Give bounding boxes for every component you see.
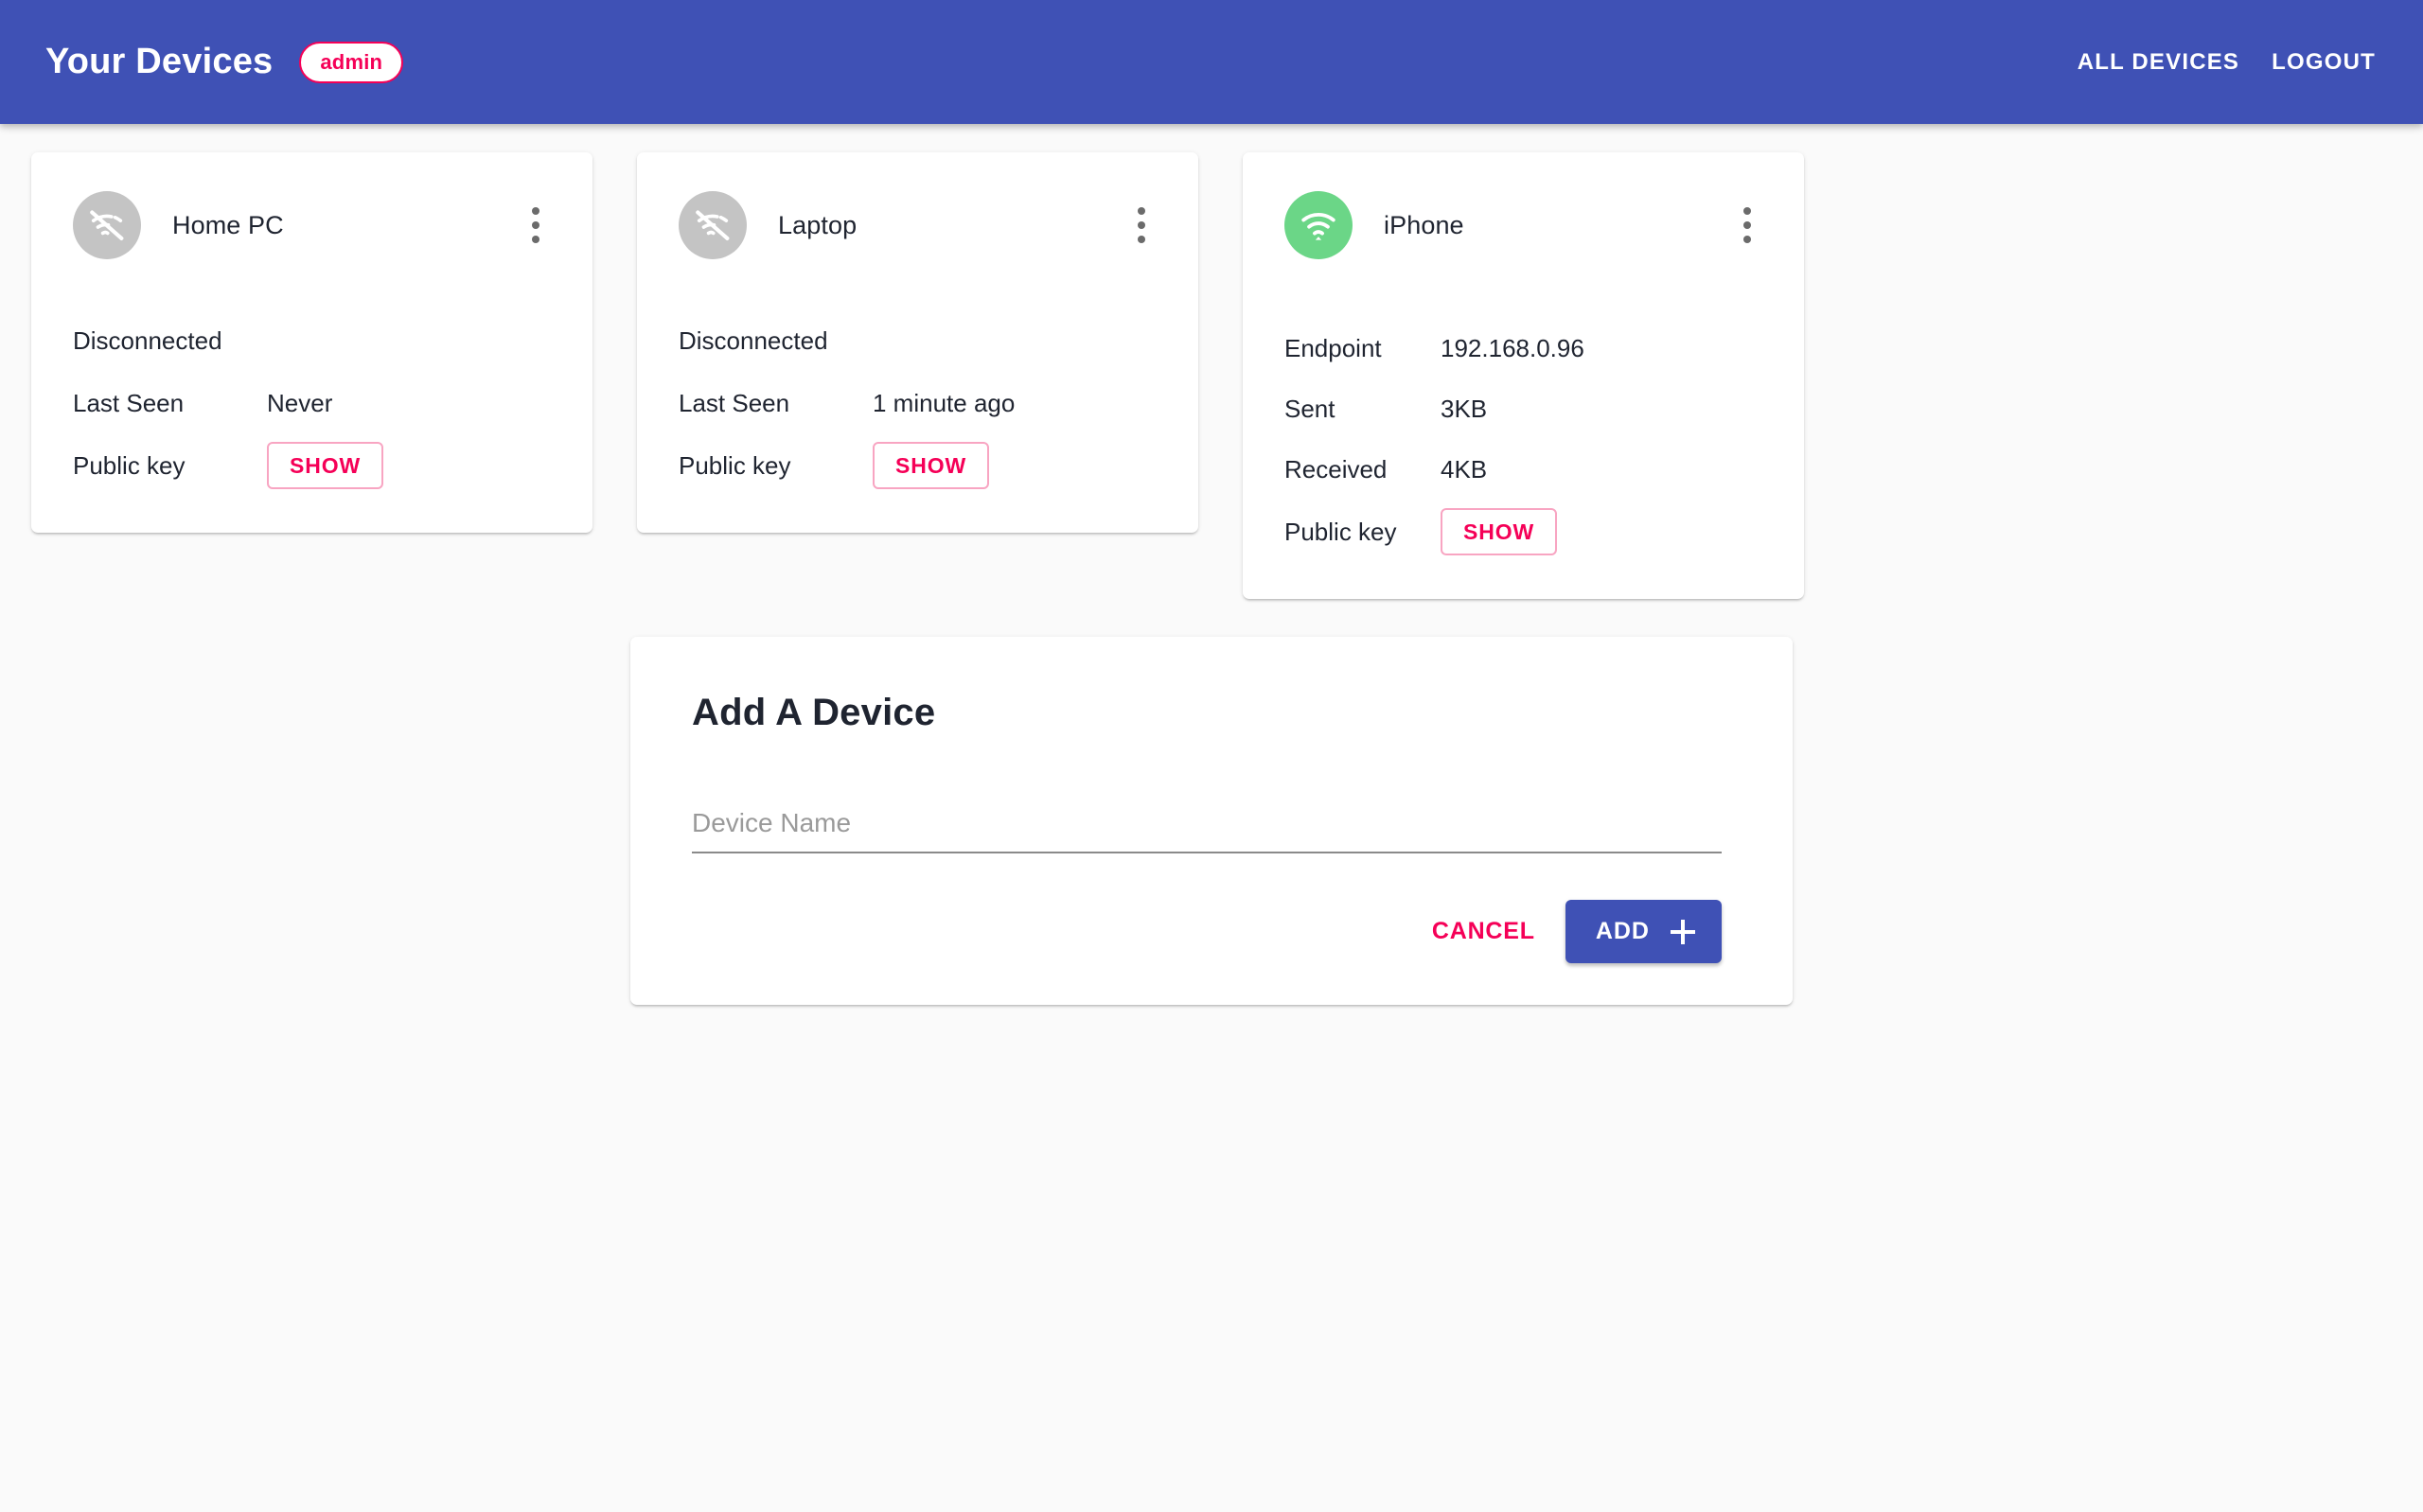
wifi-icon [1284,191,1353,259]
detail-label: Public key [73,451,267,481]
device-card[interactable]: Home PC Disconnected Last Seen Never Pub… [31,152,592,533]
detail-row: Sent 3KB [1284,387,1766,431]
cancel-button[interactable]: CANCEL [1419,906,1548,957]
device-menu-icon[interactable] [517,201,555,250]
detail-label: Last Seen [679,389,873,418]
detail-label: Public key [1284,518,1441,547]
device-card[interactable]: Laptop Disconnected Last Seen 1 minute a… [637,152,1198,533]
device-name: Laptop [778,211,857,240]
device-cards-row: Home PC Disconnected Last Seen Never Pub… [0,124,2423,599]
kebab-dot [1743,221,1751,229]
add-device-title: Add A Device [661,675,1753,734]
add-button-label: ADD [1596,918,1650,945]
kebab-dot [1743,236,1751,243]
device-card-header: Home PC [73,186,555,264]
device-card-header: iPhone [1284,186,1766,264]
kebab-dot [532,221,539,229]
detail-row: Public key SHOW [1284,508,1766,555]
kebab-dot [1138,207,1145,215]
detail-value: 1 minute ago [873,389,1015,418]
device-name: iPhone [1384,211,1464,240]
kebab-dot [532,207,539,215]
device-card-body: Disconnected Last Seen Never Public key … [73,264,555,489]
device-name-input[interactable] [692,808,1722,853]
detail-value: 192.168.0.96 [1441,334,1584,363]
app-bar-nav: ALL DEVICES LOGOUT [2078,49,2383,76]
detail-label: Sent [1284,395,1441,424]
wifi-off-icon [679,191,747,259]
device-card-header: Laptop [679,186,1160,264]
kebab-dot [1743,207,1751,215]
detail-value: Never [267,389,332,418]
device-card-body: Disconnected Last Seen 1 minute ago Publ… [679,264,1160,489]
detail-label: Received [1284,455,1441,484]
detail-row: Endpoint 192.168.0.96 [1284,326,1766,370]
detail-label: Endpoint [1284,334,1441,363]
detail-value: 3KB [1441,395,1487,424]
detail-row: Last Seen 1 minute ago [679,381,1160,425]
add-device-actions: CANCEL ADD [661,900,1722,963]
nav-logout[interactable]: LOGOUT [2272,49,2376,76]
device-card[interactable]: iPhone Endpoint 192.168.0.96 Sent 3KB Re [1243,152,1804,599]
add-device-section: Add A Device CANCEL ADD [0,599,2423,1005]
role-badge-admin: admin [299,42,403,83]
detail-value: 4KB [1441,455,1487,484]
main-content: Home PC Disconnected Last Seen Never Pub… [0,124,2423,1005]
plus-icon [1671,920,1695,944]
show-public-key-button[interactable]: SHOW [1441,508,1557,555]
show-public-key-button[interactable]: SHOW [267,442,383,489]
device-name-field [692,808,1722,853]
device-menu-icon[interactable] [1728,201,1766,250]
detail-row: Public key SHOW [73,442,555,489]
detail-row: Last Seen Never [73,381,555,425]
app-bar-left: Your Devices admin [45,42,403,83]
kebab-dot [1138,236,1145,243]
show-public-key-button[interactable]: SHOW [873,442,989,489]
detail-row: Received 4KB [1284,448,1766,491]
connection-status: Disconnected [679,326,1160,356]
kebab-dot [532,236,539,243]
detail-row: Public key SHOW [679,442,1160,489]
add-device-card: Add A Device CANCEL ADD [630,637,1793,1005]
detail-label: Public key [679,451,873,481]
detail-label: Last Seen [73,389,267,418]
device-name: Home PC [172,211,284,240]
add-button[interactable]: ADD [1565,900,1722,963]
device-menu-icon[interactable] [1123,201,1160,250]
app-bar: Your Devices admin ALL DEVICES LOGOUT [0,0,2423,124]
kebab-dot [1138,221,1145,229]
page-title: Your Devices [45,42,273,82]
device-card-body: Endpoint 192.168.0.96 Sent 3KB Received … [1284,264,1766,555]
wifi-off-icon [73,191,141,259]
nav-all-devices[interactable]: ALL DEVICES [2078,49,2239,76]
connection-status: Disconnected [73,326,555,356]
